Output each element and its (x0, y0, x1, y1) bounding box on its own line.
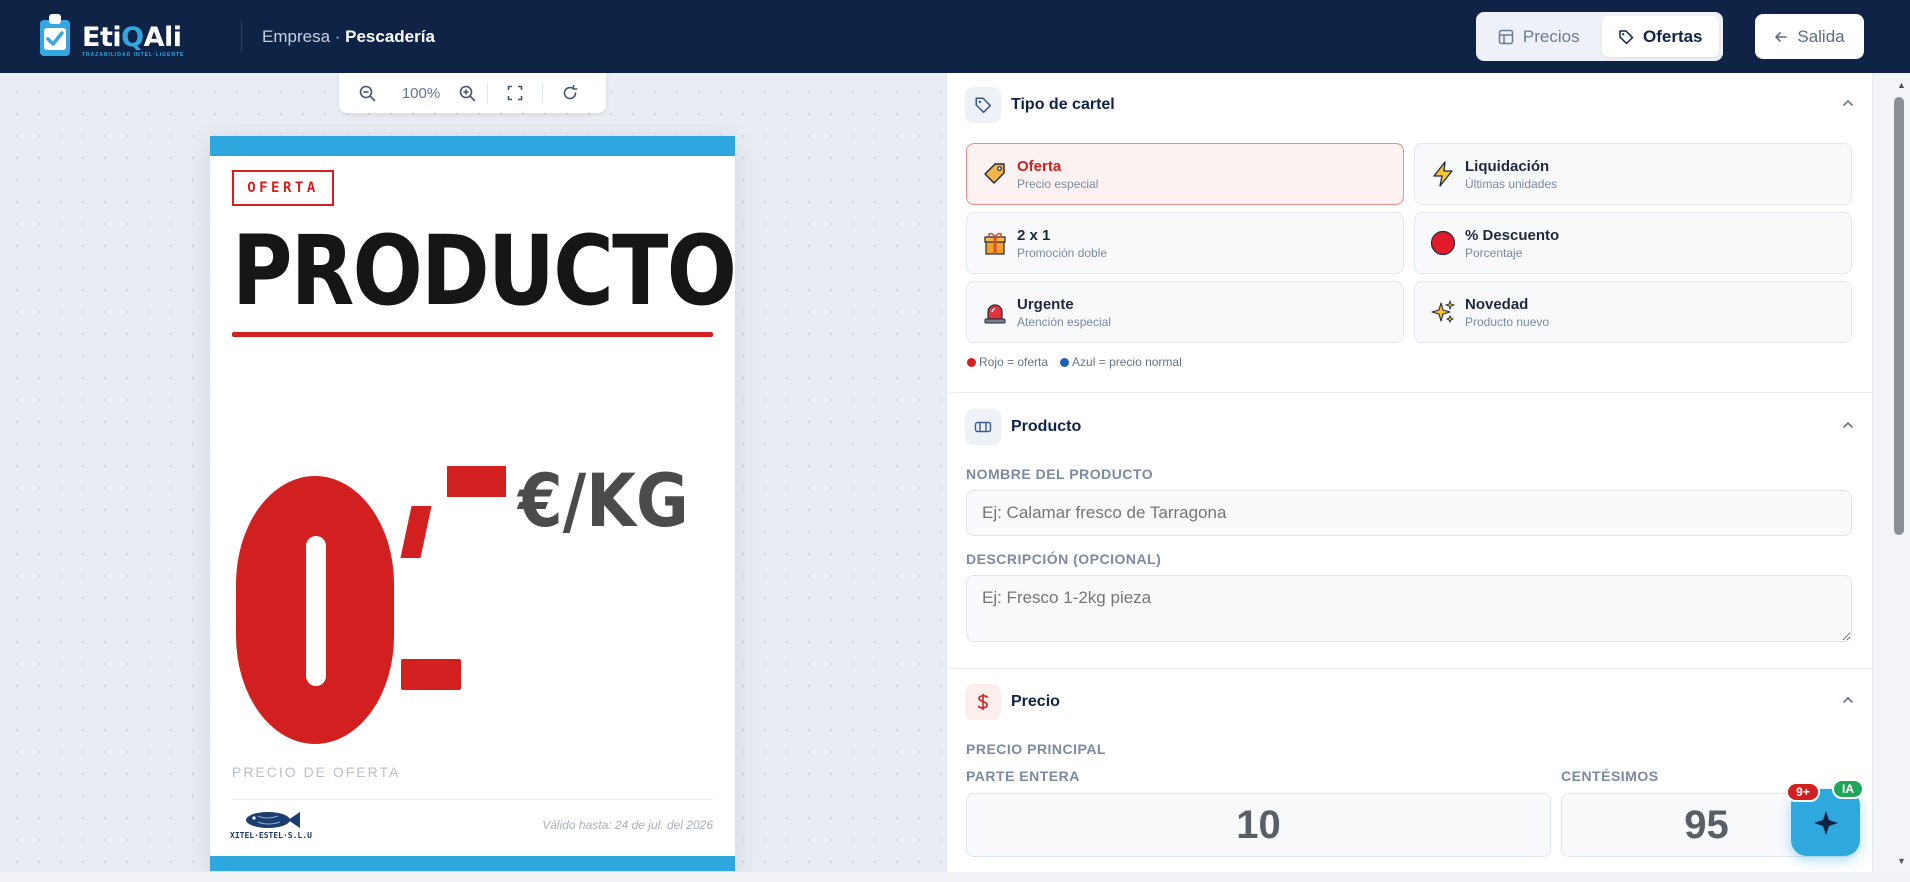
zoom-in-icon (459, 85, 475, 101)
chevron-up-icon[interactable] (1841, 418, 1855, 432)
settings-panel: Tipo de cartel Oferta Precio especial Liq… (946, 73, 1872, 872)
zoom-out-button[interactable] (339, 73, 395, 113)
zoom-out-icon (359, 85, 375, 101)
section-title: Precio (1011, 693, 1060, 710)
product-name-input[interactable] (966, 490, 1852, 536)
section-title: Producto (1011, 418, 1082, 435)
scroll-down-arrow[interactable]: ▼ (1897, 856, 1906, 866)
package-icon (965, 409, 1001, 445)
tab-ofertas[interactable]: Ofertas (1601, 16, 1719, 57)
poster-preview: OFERTA PRODUCTO €/KG PRECIO DE OFERTA XI… (210, 136, 735, 871)
description-label: DESCRIPCIÓN (OPCIONAL) (966, 551, 1162, 567)
siren-icon (979, 296, 1011, 328)
app-logo[interactable]: EtiQAli (82, 22, 182, 53)
breadcrumb-section: Pescadería (345, 27, 435, 46)
poster-valid-until: Válido hasta: 24 de jul. del 2026 (542, 818, 713, 832)
ia-badge: IA (1832, 779, 1864, 799)
integer-part-label: PARTE ENTERA (966, 768, 1080, 784)
breadcrumb: Empresa · Pescadería (262, 27, 435, 46)
dollar-icon (965, 684, 1001, 720)
main-price-label: PRECIO PRINCIPAL (966, 741, 1106, 757)
poster-underline (232, 332, 713, 337)
sparkle-icon (1813, 810, 1838, 835)
zoom-in-button[interactable] (447, 73, 487, 113)
poster-top-band (210, 136, 735, 156)
section-precio-header[interactable]: Precio (965, 683, 1855, 721)
poster-unit: €/KG (518, 459, 689, 544)
gift-icon (979, 227, 1011, 259)
section-tipo-header[interactable]: Tipo de cartel (965, 86, 1855, 124)
tag-icon (965, 87, 1001, 123)
legend-blue: Azul = precio normal (1060, 355, 1182, 369)
poster-price-label: PRECIO DE OFERTA (232, 764, 401, 780)
section-divider (947, 392, 1872, 393)
table-icon (1498, 29, 1514, 44)
notification-badge: 9+ (1786, 782, 1820, 802)
cents-label: CENTÉSIMOS (1561, 768, 1659, 784)
poster-type-novedad[interactable]: Novedad Producto nuevo (1414, 281, 1852, 343)
red-dot-icon (967, 358, 976, 367)
poster-type-oferta[interactable]: Oferta Precio especial (966, 143, 1404, 205)
scroll-up-arrow[interactable]: ▲ (1897, 80, 1906, 90)
window-bottom-edge (0, 872, 1910, 882)
chevron-up-icon[interactable] (1841, 96, 1855, 110)
scrollbar-thumb[interactable] (1894, 97, 1904, 535)
poster-price-cents-top (447, 466, 506, 497)
fullscreen-icon (507, 85, 523, 101)
company-logo: XITEL·ESTEL·S.L.U. (230, 806, 317, 850)
tab-precios[interactable]: Precios (1480, 16, 1598, 57)
color-legend: Rojo = oferta Azul = precio normal (967, 355, 1182, 369)
poster-price-integer (236, 476, 394, 744)
poster-type-urgente[interactable]: Urgente Atención especial (966, 281, 1404, 343)
product-name-label: NOMBRE DEL PRODUCTO (966, 466, 1154, 482)
section-divider (947, 668, 1872, 669)
legend-red: Rojo = oferta (967, 355, 1048, 369)
poster-divider (232, 799, 713, 800)
header-divider (241, 22, 242, 52)
top-bar: EtiQAli TRAZABILIDAD INTEL·LIGENTE Empre… (0, 0, 1910, 73)
refresh-icon (563, 85, 578, 100)
tag-icon (979, 158, 1011, 190)
description-textarea[interactable] (966, 575, 1852, 642)
poster-badge: OFERTA (232, 170, 334, 206)
price-integer-input[interactable]: 10 (966, 793, 1551, 857)
zoom-toolbar: 100% (339, 73, 606, 113)
lightning-icon (1427, 158, 1459, 190)
scrollbar-track[interactable] (1872, 73, 1910, 872)
section-title: Tipo de cartel (1011, 96, 1115, 113)
arrow-left-icon (1775, 31, 1788, 42)
sparkles-icon (1427, 296, 1459, 328)
poster-type-liquidacion[interactable]: Liquidación Últimas unidades (1414, 143, 1852, 205)
poster-type-descuento[interactable]: % Descuento Porcentaje (1414, 212, 1852, 274)
poster-bottom-band (210, 856, 735, 871)
fish-icon: XITEL·ESTEL·S.L.U. (230, 812, 317, 840)
poster-product-name: PRODUCTO (232, 215, 735, 327)
exit-button[interactable]: Salida (1755, 14, 1864, 59)
logo-tagline: TRAZABILIDAD INTEL·LIGENTE (82, 52, 185, 58)
red-circle-icon (1427, 227, 1459, 259)
chevron-up-icon[interactable] (1841, 693, 1855, 707)
zoom-level: 100% (401, 84, 441, 102)
reset-button[interactable] (543, 73, 597, 113)
company-logo-text: XITEL·ESTEL·S.L.U. (230, 831, 312, 840)
breadcrumb-company: Empresa (262, 27, 331, 46)
mode-tabs: Precios Ofertas (1476, 12, 1723, 61)
poster-type-2x1[interactable]: 2 x 1 Promoción doble (966, 212, 1404, 274)
tag-icon (1619, 29, 1634, 44)
fit-screen-button[interactable] (488, 73, 542, 113)
poster-price-separator (400, 506, 432, 558)
blue-dot-icon (1060, 358, 1070, 367)
section-producto-header[interactable]: Producto (965, 408, 1855, 446)
poster-price-cents-bottom (401, 659, 461, 690)
clipboard-check-icon (40, 14, 70, 56)
